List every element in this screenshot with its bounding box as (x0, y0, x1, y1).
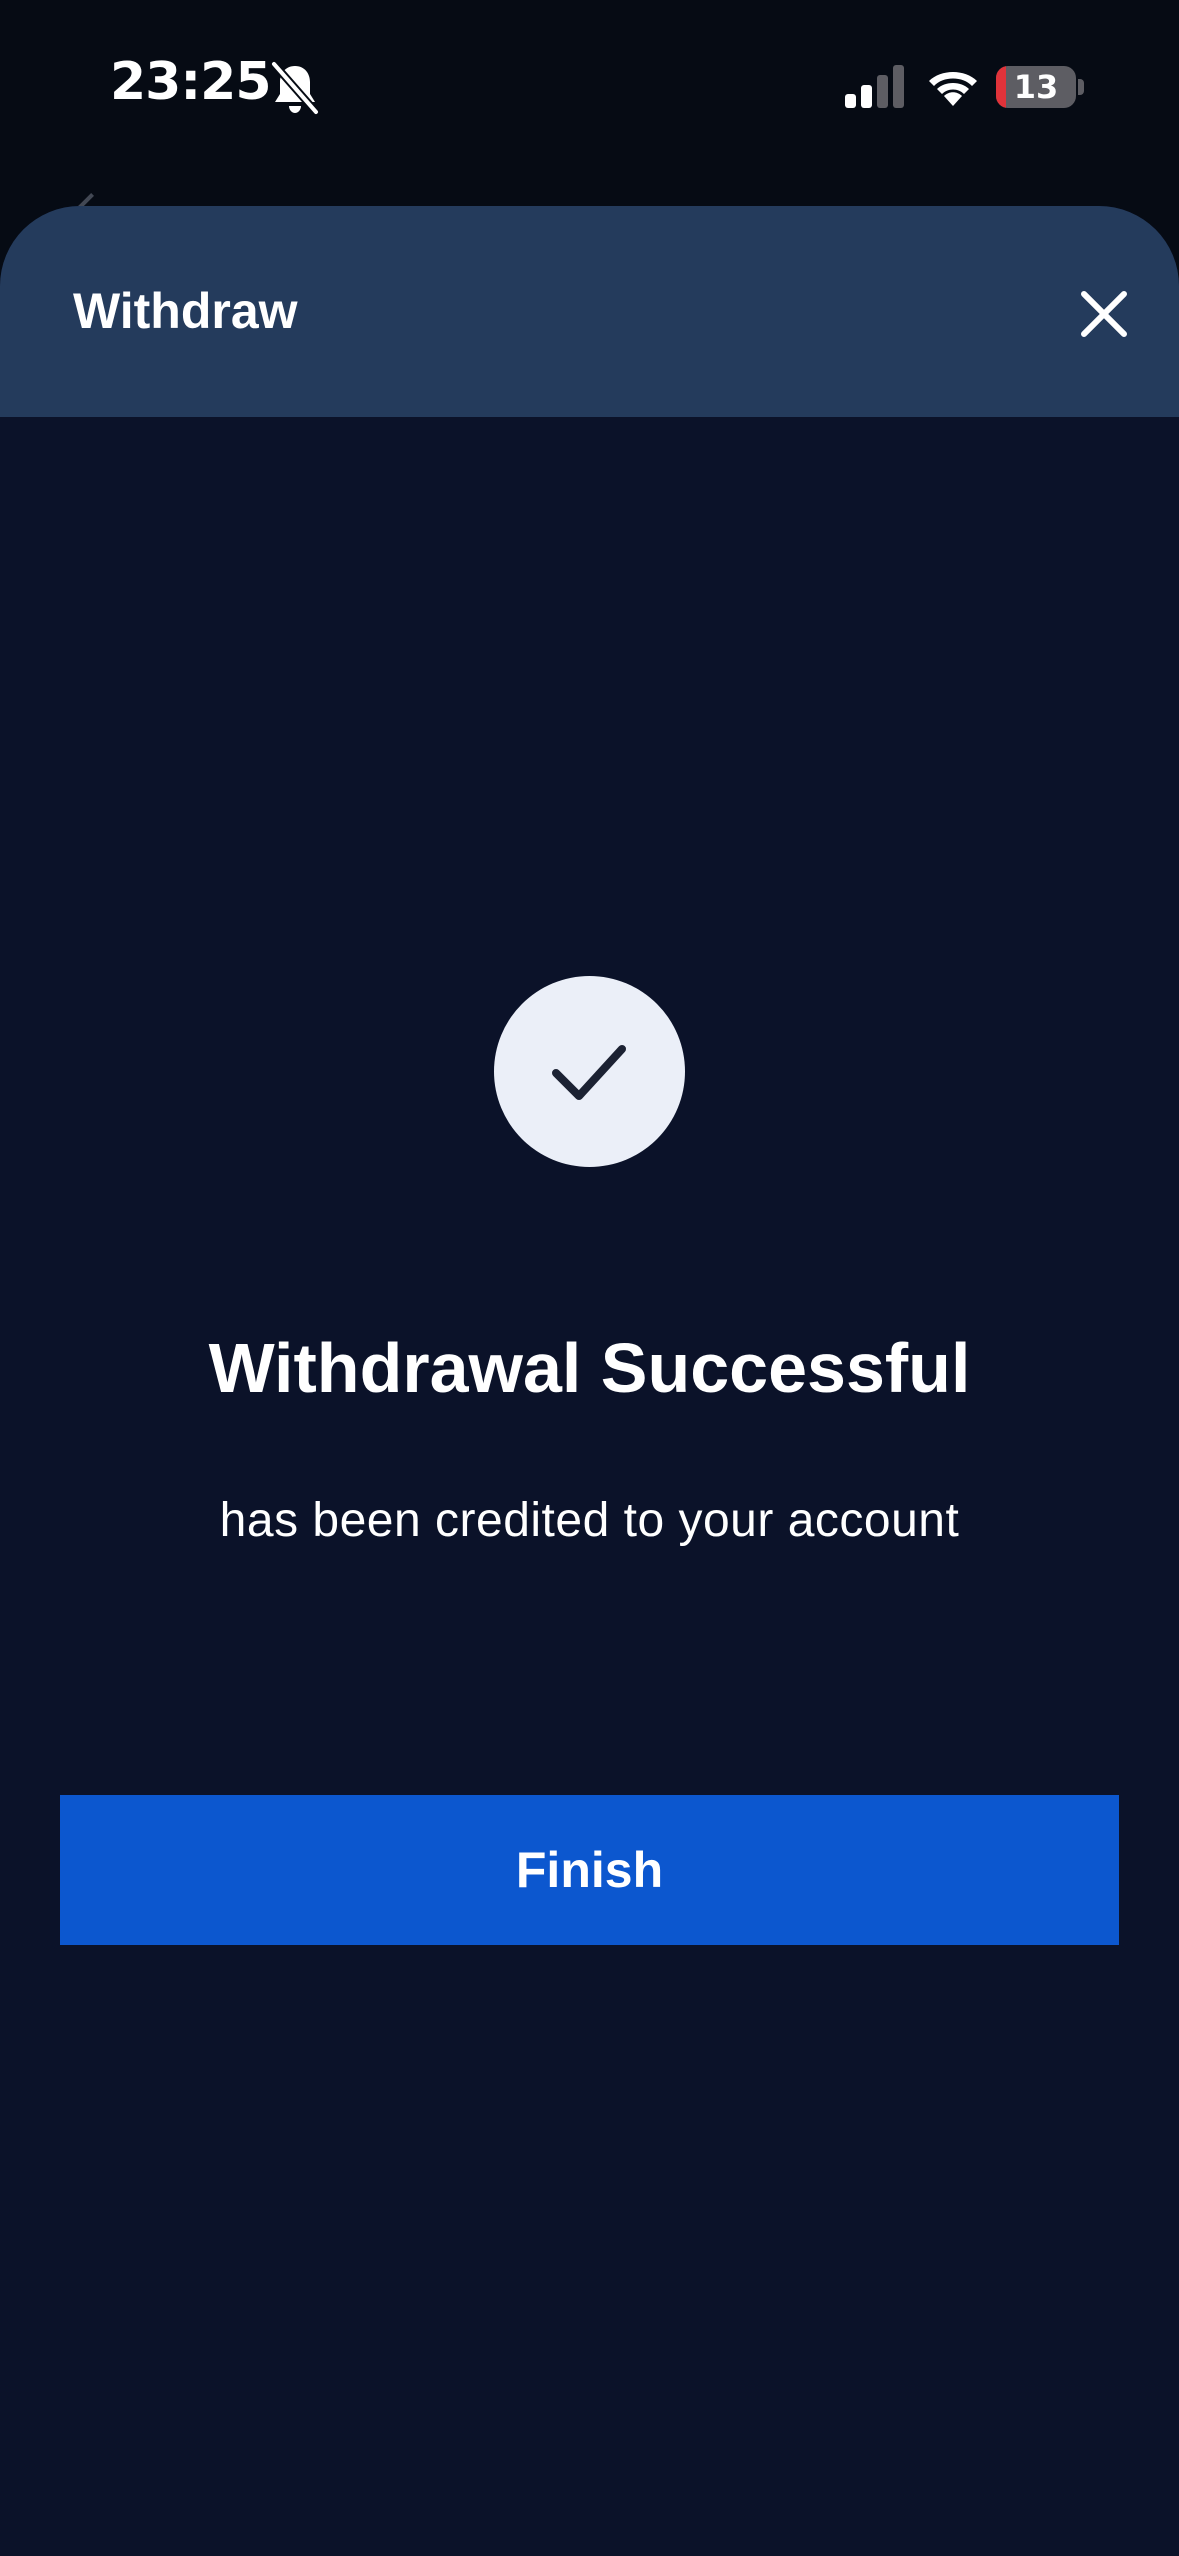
wifi-icon (929, 72, 977, 106)
sheet-header: Withdraw (0, 206, 1179, 417)
finish-button[interactable]: Finish (60, 1795, 1119, 1945)
cellular-signal-icon (845, 65, 904, 108)
withdraw-sheet: Withdraw Withdrawal Successful has been … (0, 206, 1179, 2556)
close-icon[interactable] (1074, 284, 1134, 344)
sheet-title: Withdraw (73, 283, 298, 339)
battery-cap (1078, 79, 1084, 95)
status-time: 23:25 (110, 52, 272, 112)
bell-off-icon (270, 60, 320, 116)
checkmark-icon (552, 1045, 626, 1100)
battery-level-text: 13 (1013, 68, 1059, 106)
success-check-circle (494, 976, 685, 1167)
battery-icon: 13 (996, 66, 1076, 108)
status-bar: 23:25 13 (0, 0, 1179, 175)
success-subtitle: has been credited to your account (219, 1494, 960, 1547)
success-title: Withdrawal Successful (208, 1329, 971, 1407)
